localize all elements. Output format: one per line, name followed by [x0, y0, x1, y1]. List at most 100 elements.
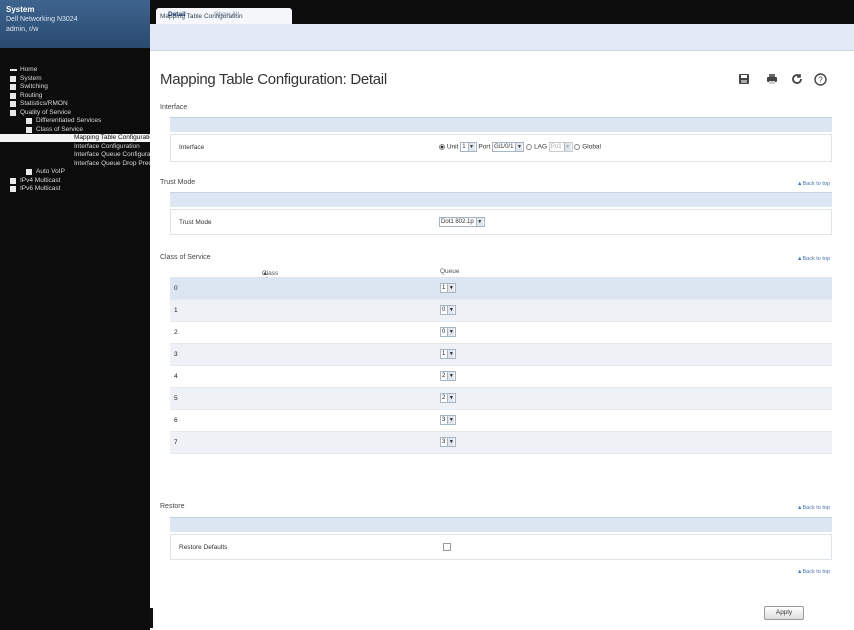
expand-box-icon[interactable] [26, 169, 32, 175]
expand-box-icon[interactable] [26, 126, 32, 133]
queue-value: 3 [442, 439, 446, 445]
chevron-down-icon: ▼ [447, 394, 455, 402]
back-to-top-link[interactable]: ▲Back to top [797, 569, 830, 575]
tree-item[interactable]: Quality of Service [0, 109, 150, 117]
unit-radio[interactable] [439, 144, 445, 150]
tree-item[interactable]: Interface Configuration [0, 143, 150, 151]
tree-item[interactable]: Switching [0, 83, 150, 91]
print-icon[interactable] [764, 71, 780, 87]
table-row[interactable]: 5 2 ▼ [170, 388, 832, 410]
table-row[interactable]: 3 1 ▼ [170, 344, 832, 366]
queue-select[interactable]: 3 ▼ [440, 415, 457, 425]
tree-item-label: Mapping Table Configuration [74, 134, 150, 141]
table-row[interactable]: 2 0 ▼ [170, 322, 832, 344]
interface-section-title: Interface [160, 104, 188, 111]
device-name: Dell Networking N3024 [6, 16, 78, 23]
scroll-handle[interactable] [150, 608, 153, 628]
tree-item[interactable]: Statistics/RMON [0, 100, 150, 108]
lag-radio[interactable] [526, 144, 533, 150]
cos-value: 1 [174, 307, 178, 314]
table-row[interactable]: 1 0 ▼ [170, 300, 832, 322]
interface-label: Interface [179, 144, 205, 151]
interface-row: Interface Unit 1 ▼ Port Gi1/0/1 ▼ LAG Po1 ▼… [170, 134, 832, 162]
table-row[interactable]: 6 3 ▼ [170, 410, 832, 432]
table-row[interactable]: 4 2 ▼ [170, 366, 832, 388]
tree-item[interactable]: Routing [0, 92, 150, 100]
system-header[interactable]: System Dell Networking N3024 admin, r/w [0, 0, 150, 48]
table-row[interactable]: 7 3 ▼ [170, 432, 832, 454]
tree-item-label: Routing [20, 91, 43, 99]
expand-box-icon[interactable] [10, 84, 16, 90]
port-value: Gi1/0/1 [494, 144, 514, 150]
trust-section-title: Trust Mode [160, 179, 196, 186]
expand-box-icon[interactable] [10, 92, 16, 99]
user-info: admin, r/w [6, 26, 39, 33]
port-select[interactable]: Gi1/0/1 ▼ [492, 142, 525, 152]
collapse-bar-icon[interactable] [10, 69, 17, 71]
port-label: Port [478, 143, 491, 151]
expand-box-icon[interactable] [10, 186, 16, 192]
queue-column-header: Queue [440, 268, 460, 275]
restore-defaults-checkbox[interactable] [443, 543, 451, 551]
tree-item-label: IPv4 Multicast [20, 176, 61, 184]
queue-select[interactable]: 1 ▼ [440, 349, 457, 359]
tree-item[interactable]: Class of Service [0, 126, 150, 134]
tree-item-label: Class of Service [36, 125, 83, 133]
chevron-down-icon: ▼ [447, 438, 455, 446]
tree-item[interactable]: Home [0, 66, 150, 74]
app-frame: System Dell Networking N3024 admin, r/w … [0, 0, 854, 630]
tree-item[interactable]: Interface Queue Configuration [0, 151, 150, 159]
tree-item[interactable]: IPv6 Multicast [0, 185, 150, 193]
cos-value: 0 [174, 285, 178, 292]
cos-table-header: Class of Service ▲ Queue [170, 266, 832, 291]
expand-box-icon[interactable] [10, 101, 16, 107]
trust-mode-select[interactable]: Dot1 802.1p ▼ [439, 217, 485, 227]
tree-item-label: Auto VoIP [36, 168, 65, 175]
back-to-top-link[interactable]: ▲Back to top [797, 505, 830, 511]
expand-box-icon[interactable] [10, 177, 16, 184]
subtab-show-all[interactable]: Show All [214, 11, 239, 18]
refresh-icon[interactable] [789, 71, 805, 87]
cos-value: 5 [174, 395, 178, 402]
table-row[interactable]: 0 1 ▼ [170, 278, 832, 300]
save-icon[interactable] [736, 71, 752, 87]
chevron-down-icon: ▼ [467, 143, 475, 151]
subtab-detail[interactable]: Detail [168, 11, 186, 18]
tree-item[interactable]: Auto VoIP [0, 168, 150, 176]
tree-item[interactable]: Interface Queue Drop Precedence [0, 160, 150, 168]
tree-item[interactable]: IPv4 Multicast [0, 177, 150, 185]
cos-table: Class of Service ▲ Queue 01▼10▼20▼31▼42▼… [170, 266, 832, 454]
queue-select[interactable]: 2 ▼ [440, 371, 457, 381]
tree-item[interactable]: Mapping Table Configuration [0, 134, 150, 142]
queue-select[interactable]: 2 ▼ [440, 393, 457, 403]
tree-item[interactable]: System [0, 75, 150, 83]
unit-value: 1 [462, 144, 466, 150]
back-to-top-link[interactable]: ▲Back to top [797, 256, 830, 262]
help-icon[interactable]: ? [812, 71, 828, 87]
queue-select[interactable]: 0 ▼ [440, 305, 457, 315]
chevron-down-icon: ▼ [447, 372, 455, 380]
apply-button[interactable]: Apply [764, 606, 804, 620]
queue-select[interactable]: 1 ▼ [440, 283, 457, 293]
tree-item-label: Statistics/RMON [20, 100, 68, 107]
tree-item-label: Interface Configuration [74, 142, 140, 150]
queue-select[interactable]: 0 ▼ [440, 327, 457, 337]
chevron-down-icon: ▼ [475, 218, 483, 226]
queue-select[interactable]: 3 ▼ [440, 437, 457, 447]
expand-box-icon[interactable] [10, 109, 16, 116]
queue-value: 0 [442, 329, 446, 335]
tree-item[interactable]: Differentiated Services [0, 117, 150, 125]
queue-value: 1 [442, 351, 446, 357]
chevron-down-icon: ▼ [447, 416, 455, 424]
restore-section-title: Restore [160, 503, 185, 510]
expand-box-icon[interactable] [26, 118, 32, 124]
back-to-top-link[interactable]: ▲Back to top [797, 181, 830, 187]
unit-select[interactable]: 1 ▼ [460, 142, 477, 152]
cos-value: 2 [174, 329, 178, 336]
global-radio[interactable] [574, 144, 581, 150]
tree-item-label: Switching [20, 83, 48, 90]
expand-box-icon[interactable] [10, 75, 16, 82]
chevron-down-icon: ▼ [447, 306, 455, 314]
lag-select[interactable]: Po1 ▼ [548, 142, 573, 152]
svg-text:?: ? [818, 75, 823, 84]
